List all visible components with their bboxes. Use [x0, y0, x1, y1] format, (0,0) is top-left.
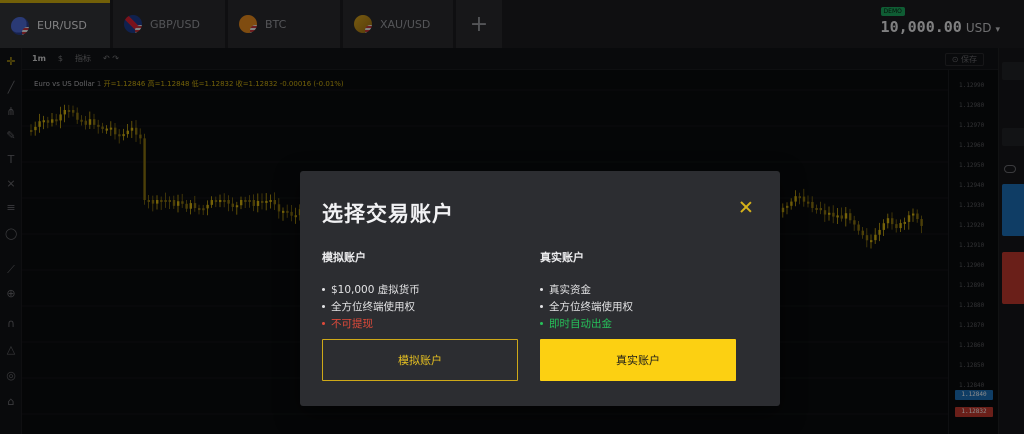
- demo-feature-item: 不可提现: [322, 316, 518, 333]
- real-feature-item: 即时自动出金: [540, 316, 736, 333]
- real-account-button[interactable]: 真实账户: [540, 339, 736, 381]
- demo-account-column: 模拟账户 $10,000 虚拟货币 全方位终端使用权 不可提现: [322, 249, 518, 333]
- demo-account-button[interactable]: 模拟账户: [322, 339, 518, 381]
- real-account-column: 真实账户 真实资金 全方位终端使用权 即时自动出金: [540, 249, 736, 333]
- real-feature-item: 全方位终端使用权: [540, 299, 736, 316]
- account-select-dialog: 选择交易账户 模拟账户 $10,000 虚拟货币 全方位终端使用权 不可提现 真…: [300, 171, 780, 406]
- demo-account-heading: 模拟账户: [322, 251, 366, 264]
- real-account-heading: 真实账户: [540, 251, 584, 264]
- trading-app: EUR/USD GBP/USD BTC XAU/USD + DEMO 10,00…: [0, 0, 1024, 434]
- dialog-title: 选择交易账户: [322, 202, 454, 226]
- demo-feature-item: $10,000 虚拟货币: [322, 282, 518, 299]
- demo-feature-item: 全方位终端使用权: [322, 299, 518, 316]
- real-feature-item: 真实资金: [540, 282, 736, 299]
- close-icon[interactable]: [738, 199, 754, 215]
